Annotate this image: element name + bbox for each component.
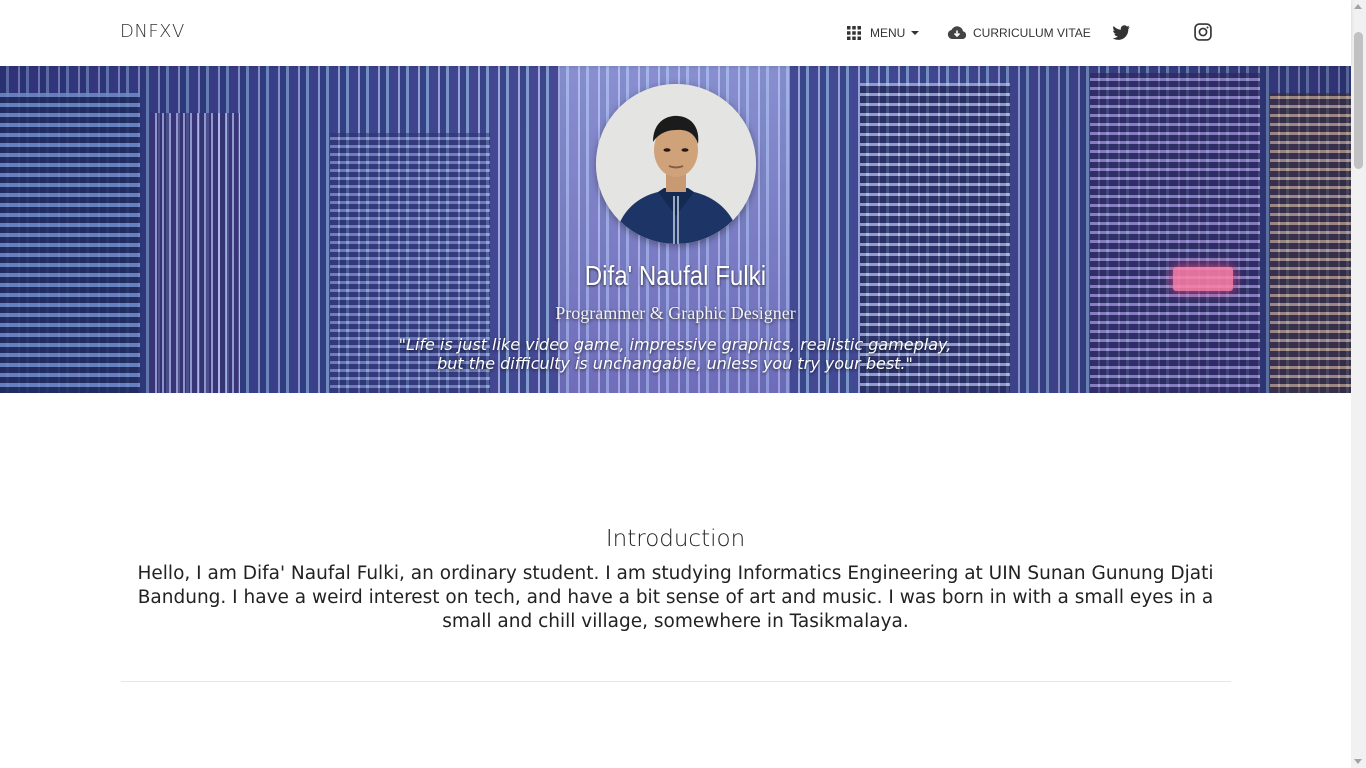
twitter-link[interactable] bbox=[1111, 22, 1131, 42]
introduction-text: Hello, I am Difa' Naufal Fulki, an ordin… bbox=[137, 563, 1214, 632]
scrollbar-thumb[interactable] bbox=[1354, 32, 1363, 169]
caret-down-icon bbox=[911, 31, 920, 35]
profile-avatar bbox=[596, 84, 756, 244]
top-navbar: DNFXV MENU CURRICULUM VITAE bbox=[0, 0, 1351, 66]
apps-grid-icon bbox=[847, 26, 861, 40]
city-building bbox=[1090, 73, 1260, 393]
instagram-icon bbox=[1194, 23, 1212, 41]
menu-dropdown-button[interactable]: MENU bbox=[846, 22, 920, 44]
curriculum-vitae-label: CURRICULUM VITAE bbox=[973, 26, 1091, 40]
city-building bbox=[150, 113, 240, 393]
brand-logo[interactable]: DNFXV bbox=[120, 21, 185, 42]
section-divider bbox=[121, 681, 1231, 682]
hero-quote: "Life is just like video game, impressiv… bbox=[398, 335, 952, 373]
cloud-download-icon bbox=[947, 26, 967, 39]
scroll-up-arrow-icon[interactable] bbox=[1354, 4, 1362, 9]
twitter-icon bbox=[1112, 25, 1130, 40]
page-scrollbar[interactable] bbox=[1351, 0, 1366, 768]
city-building bbox=[1270, 93, 1351, 393]
menu-label: MENU bbox=[870, 26, 906, 40]
scroll-down-arrow-icon[interactable] bbox=[1354, 759, 1362, 764]
instagram-link[interactable] bbox=[1193, 22, 1213, 42]
curriculum-vitae-link[interactable]: CURRICULUM VITAE bbox=[947, 22, 1091, 44]
hero-name: Difa' Naufal Fulki bbox=[584, 260, 767, 291]
introduction-heading: Introduction bbox=[605, 526, 746, 552]
profile-photo bbox=[596, 84, 756, 244]
hero-role: Programmer & Graphic Designer bbox=[555, 303, 796, 323]
city-building bbox=[0, 93, 140, 393]
